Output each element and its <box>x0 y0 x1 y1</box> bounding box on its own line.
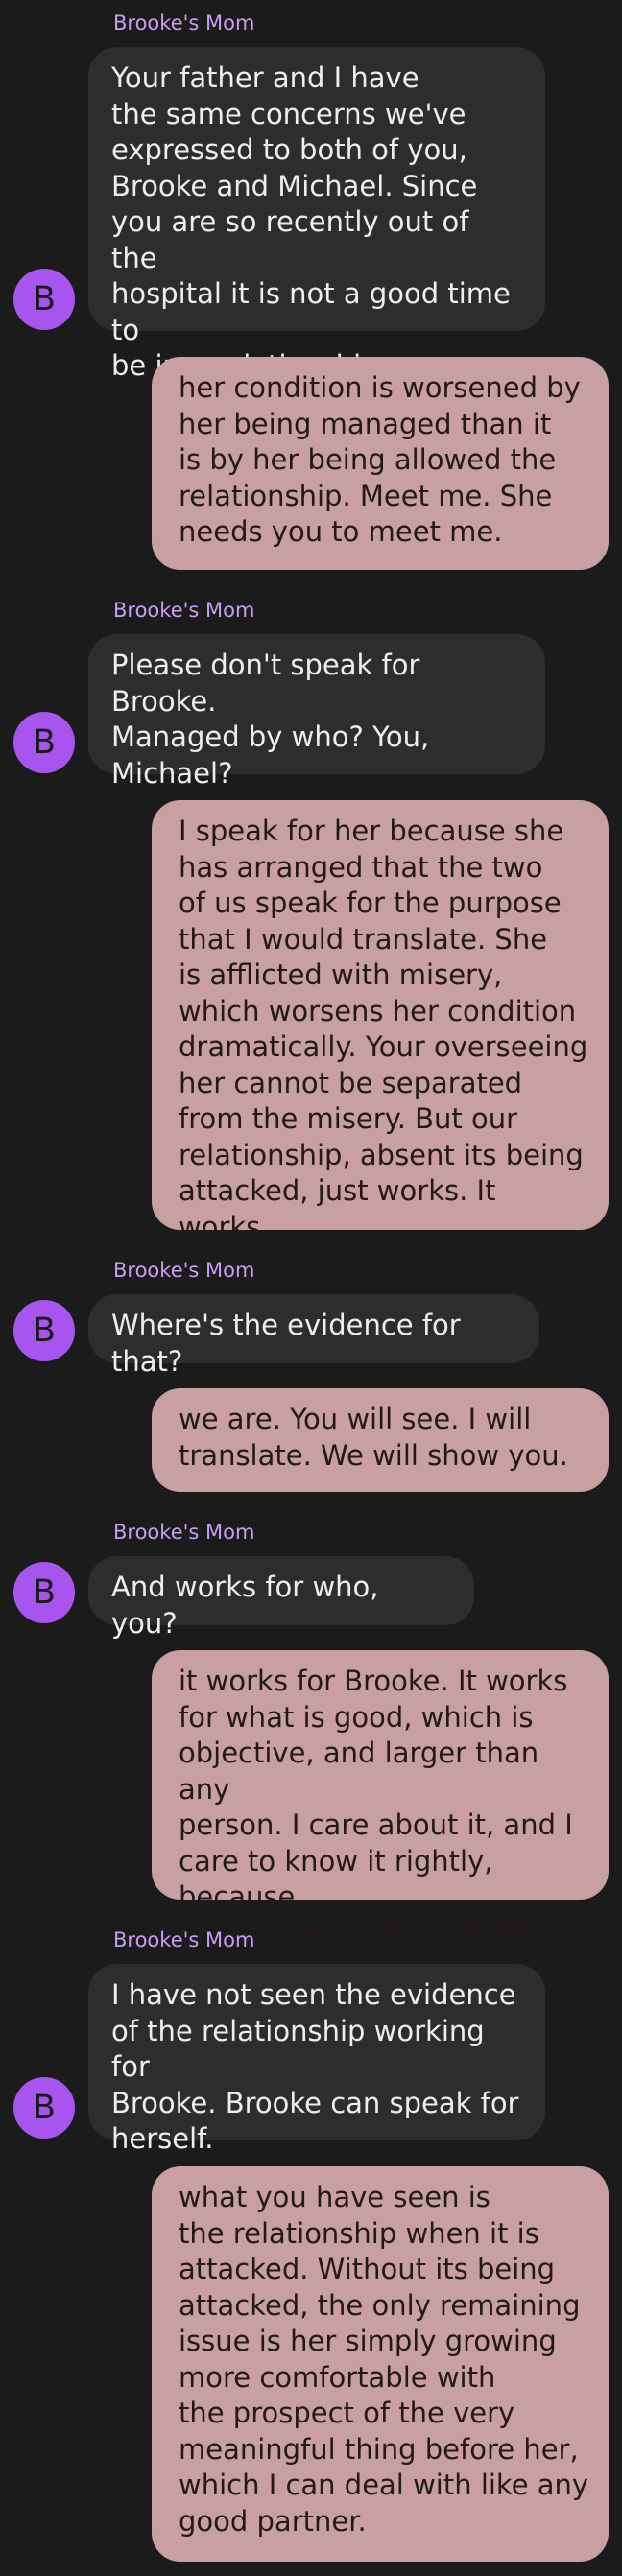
avatar[interactable]: B <box>13 269 75 330</box>
message-bubble-incoming[interactable]: Your father and I have the same concerns… <box>88 47 545 382</box>
avatar[interactable]: B <box>13 1562 75 1623</box>
message-bubble-incoming[interactable]: Please don't speak for Brooke. Managed b… <box>88 634 545 790</box>
sender-name: Brooke's Mom <box>113 1928 255 1951</box>
message-bubble-outgoing[interactable]: it works for Brooke. It works for what i… <box>152 1650 609 1950</box>
sender-name: Brooke's Mom <box>113 1521 255 1544</box>
message-bubble-outgoing[interactable]: what you have seen is the relationship w… <box>152 2166 609 2562</box>
avatar[interactable]: B <box>13 1300 75 1361</box>
sender-name: Brooke's Mom <box>113 12 255 35</box>
message-bubble-outgoing[interactable]: I speak for her because she has arranged… <box>152 800 609 1243</box>
sender-name: Brooke's Mom <box>113 599 255 622</box>
message-bubble-outgoing[interactable]: her condition is worsened by her being m… <box>152 357 609 570</box>
message-bubble-incoming[interactable]: I have not seen the evidence of the rela… <box>88 1964 545 2155</box>
sender-name: Brooke's Mom <box>113 1259 255 1282</box>
message-bubble-outgoing[interactable]: we are. You will see. I will translate. … <box>152 1388 609 1492</box>
message-bubble-incoming[interactable]: Where's the evidence for that? <box>88 1294 539 1378</box>
message-bubble-incoming[interactable]: And works for who, you? <box>88 1556 474 1640</box>
avatar[interactable]: B <box>13 2077 75 2139</box>
avatar[interactable]: B <box>13 712 75 773</box>
